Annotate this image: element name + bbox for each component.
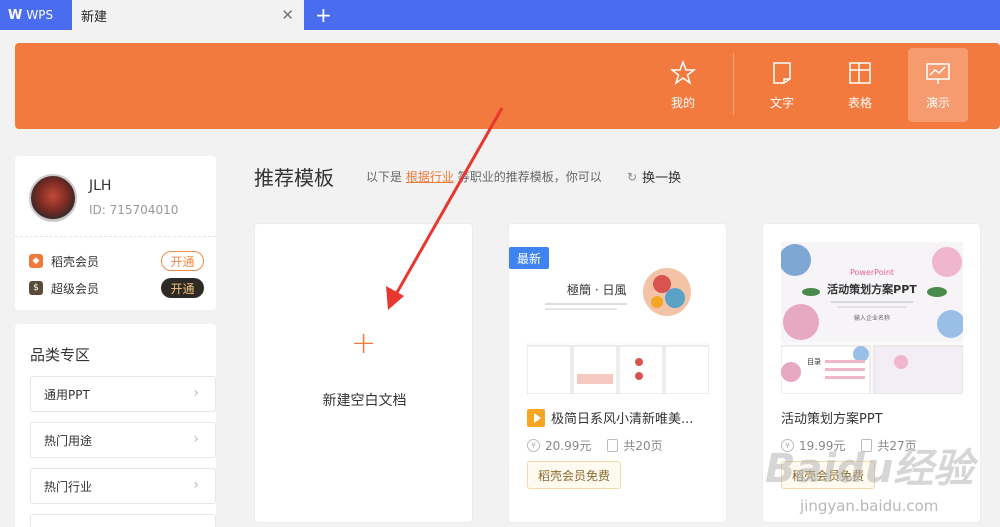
template-thumbnail: PowerPoint 活动策划方案PPT 输入企业名称 目录: [781, 242, 963, 394]
nav-presentation-label: 演示: [925, 95, 950, 110]
wps-logo-icon: W: [8, 7, 23, 23]
new-blank-document-label: 新建空白文档: [322, 393, 407, 409]
category-item-label: 通用PPT: [44, 387, 90, 402]
chevron-right-icon: ›: [193, 431, 199, 447]
user-name: JLH: [89, 178, 112, 194]
template-thumbnail: 極簡 · 日風: [527, 242, 709, 394]
recommend-subtitle: 以下是 根据行业 等职业的推荐模板，你可以: [366, 168, 602, 185]
user-id: ID: 715704010: [89, 203, 179, 217]
watermark-logo: Baidu经验: [765, 446, 974, 492]
template-preview-image: PowerPoint 活动策划方案PPT 输入企业名称 目录: [781, 242, 963, 394]
docer-open-button[interactable]: 开通: [161, 251, 204, 271]
price-icon: ¥: [527, 439, 540, 452]
docer-member-label: 稻壳会员: [51, 254, 100, 269]
header-banner: 我的 文字 表格 演示: [15, 43, 1000, 129]
svg-text:PowerPoint: PowerPoint: [850, 268, 894, 277]
table-icon: [849, 61, 871, 84]
watermark-url: jingyan.baidu.com: [800, 497, 939, 515]
page-title: 推荐模板: [254, 166, 334, 190]
template-title: 极简日系风小清新唯美...: [527, 408, 693, 427]
new-blank-document-card[interactable]: + 新建空白文档: [254, 223, 473, 523]
template-card-japanese[interactable]: 極簡 · 日風 最新 极简日系风小清新唯美... ¥ 20.99元 共20页 稻…: [508, 223, 727, 523]
super-open-button[interactable]: 开通: [161, 278, 204, 298]
refresh-label: 换一换: [642, 171, 682, 186]
category-item-general-ppt[interactable]: 通用PPT ›: [30, 376, 216, 412]
docer-member-row: ◆ 稻壳会员 开通: [29, 251, 204, 271]
refresh-icon: ↻: [627, 169, 638, 184]
nav-writer[interactable]: 文字: [752, 48, 812, 122]
template-title: 活动策划方案PPT: [781, 408, 883, 427]
template-pages: 共20页: [623, 439, 663, 453]
category-panel: 品类专区 通用PPT › 热门用途 › 热门行业 ›: [15, 324, 216, 527]
refresh-button[interactable]: ↻ 换一换: [627, 167, 682, 187]
chevron-right-icon: ›: [193, 385, 199, 401]
avatar[interactable]: [29, 174, 77, 222]
category-item-popular-usage[interactable]: 热门用途 ›: [30, 422, 216, 458]
category-item-label: 热门用途: [44, 433, 93, 448]
svg-text:目录: 目录: [807, 358, 821, 366]
category-title: 品类专区: [30, 346, 91, 364]
template-preview-image: 極簡 · 日風: [527, 242, 709, 394]
super-member-label: 超级会员: [51, 281, 100, 296]
document-icon: [773, 61, 791, 84]
user-card: JLH ID: 715704010 ◆ 稻壳会员 开通 $ 超级会员 开通: [15, 156, 216, 310]
category-item-more[interactable]: [30, 514, 216, 527]
title-bar: W WPS 新建 ✕ +: [0, 0, 1000, 30]
new-doc-tab[interactable]: 新建 ✕: [72, 0, 304, 30]
super-vip-icon: $: [29, 281, 43, 295]
category-item-popular-industry[interactable]: 热门行业 ›: [30, 468, 216, 504]
template-title-text: 极简日系风小清新唯美...: [551, 412, 694, 427]
nav-spreadsheet[interactable]: 表格: [830, 48, 890, 122]
nav-mine-label: 我的: [670, 95, 695, 110]
chevron-right-icon: ›: [193, 477, 199, 493]
wps-tab-label: WPS: [26, 8, 54, 22]
wps-home-tab[interactable]: W WPS: [0, 0, 72, 30]
divider: [15, 236, 216, 237]
svg-text:输入企业名称: 输入企业名称: [854, 314, 890, 322]
category-item-label: 热门行业: [44, 479, 93, 494]
subtitle-suffix: 等职业的推荐模板，你可以: [457, 170, 602, 184]
nav-divider: [733, 53, 734, 115]
nav-mine[interactable]: 我的: [653, 48, 713, 122]
close-icon[interactable]: ✕: [281, 6, 294, 24]
star-icon: [670, 59, 696, 85]
industry-link[interactable]: 根据行业: [406, 170, 454, 184]
presentation-icon: [926, 62, 950, 84]
new-doc-tab-label: 新建: [81, 9, 108, 25]
template-meta: ¥ 20.99元 共20页: [527, 437, 663, 454]
play-icon: [527, 408, 545, 427]
nav-writer-label: 文字: [769, 95, 794, 110]
add-tab-button[interactable]: +: [315, 3, 332, 27]
svg-text:極簡 · 日風: 極簡 · 日風: [567, 282, 626, 297]
plus-icon: +: [351, 326, 377, 361]
docer-vip-icon: ◆: [29, 254, 43, 268]
nav-spreadsheet-label: 表格: [847, 95, 872, 110]
super-member-row: $ 超级会员 开通: [29, 278, 204, 298]
nav-presentation[interactable]: 演示: [908, 48, 968, 122]
member-free-badge: 稻壳会员免费: [527, 461, 622, 489]
subtitle-prefix: 以下是: [366, 170, 403, 184]
pages-icon: [607, 439, 619, 452]
template-price: 20.99元: [545, 439, 592, 453]
svg-text:活动策划方案PPT: 活动策划方案PPT: [827, 282, 917, 296]
new-badge: 最新: [509, 247, 549, 269]
template-title-text: 活动策划方案PPT: [781, 412, 883, 427]
